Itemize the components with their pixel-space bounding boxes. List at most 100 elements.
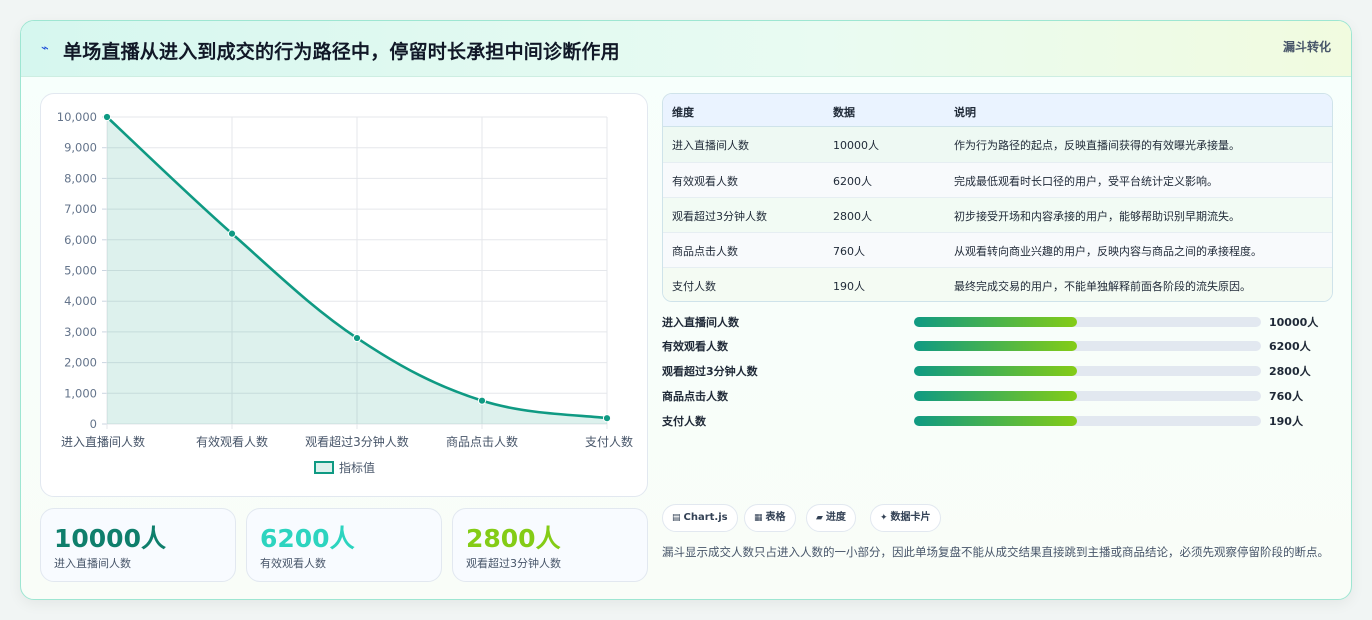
table-cell: 商品点击人数 [672, 245, 738, 258]
x-tick-label: 商品点击人数 [446, 434, 518, 449]
progress-track [914, 366, 1261, 376]
bolt-icon: ⌁ [41, 41, 49, 56]
card-icon: ✦ [880, 513, 888, 523]
progress-row: 商品点击人数 760人 [662, 388, 1332, 406]
kpi-card-3min: 2800人 观看超过3分钟人数 [452, 508, 648, 582]
progress-value: 10000人 [1269, 316, 1319, 329]
y-tick-label: 5,000 [64, 264, 97, 278]
chart-icon: ▤ [672, 513, 681, 523]
chip-progress[interactable]: ▰ 进度 [806, 504, 856, 532]
progress-row: 进入直播间人数 10000人 [662, 314, 1332, 332]
table-row: 支付人数 190人 最终完成交易的用户，不能单独解释前面各阶段的流失原因。 [663, 267, 1332, 301]
table-icon: ▦ [754, 513, 763, 523]
table-cell: 进入直播间人数 [672, 139, 749, 152]
kpi-label: 进入直播间人数 [54, 557, 131, 570]
progress-icon: ▰ [816, 513, 823, 523]
y-tick-label: 0 [90, 417, 97, 431]
table-cell: 作为行为路径的起点，反映直播间获得的有效曝光承接量。 [954, 139, 1240, 152]
progress-value: 190人 [1269, 415, 1303, 428]
table-cell: 完成最低观看时长口径的用户，受平台统计定义影响。 [954, 175, 1218, 188]
kpi-card-entry: 10000人 进入直播间人数 [40, 508, 236, 582]
kpi-value: 6200人 [260, 524, 355, 553]
progress-value: 6200人 [1269, 340, 1311, 353]
y-tick-label: 3,000 [64, 325, 97, 339]
x-tick-label: 观看超过3分钟人数 [305, 434, 409, 449]
progress-fill [914, 391, 1078, 401]
table-cell: 有效观看人数 [672, 175, 738, 188]
progress-track [914, 416, 1261, 426]
table-header-cell: 数据 [833, 106, 855, 119]
kpi-label: 观看超过3分钟人数 [466, 557, 561, 570]
progress-label: 进入直播间人数 [662, 316, 739, 329]
kpi-value: 2800人 [466, 524, 561, 553]
data-point [227, 229, 237, 238]
chip-datacard[interactable]: ✦ 数据卡片 [870, 504, 941, 532]
line-chart: 0 1,000 2,000 3,000 4,000 5,000 6,000 7,000 8,00… [40, 93, 648, 497]
summary-note: 漏斗显示成交人数只占进入人数的一小部分，因此单场复盘不能从成交结果直接跳到主播或… [662, 545, 1329, 559]
card-header: ⌁ 单场直播从进入到成交的行为路径中，停留时长承担中间诊断作用 漏斗转化 [21, 21, 1351, 77]
table-row: 观看超过3分钟人数 2800人 初步接受开场和内容承接的用户，能够帮助识别早期流… [663, 197, 1332, 232]
progress-fill [914, 366, 1078, 376]
table-header-cell: 说明 [954, 106, 976, 119]
table-cell: 2800人 [833, 210, 872, 223]
chip-label: 表格 [765, 512, 786, 523]
legend-swatch [314, 461, 334, 474]
chip-table[interactable]: ▦ 表格 [744, 504, 796, 532]
table-cell: 6200人 [833, 175, 872, 188]
table-cell: 初步接受开场和内容承接的用户，能够帮助识别早期流失。 [954, 210, 1240, 223]
table-row: 有效观看人数 6200人 完成最低观看时长口径的用户，受平台统计定义影响。 [663, 162, 1332, 197]
data-point [102, 112, 112, 122]
progress-fill [914, 341, 1078, 351]
progress-track [914, 317, 1261, 327]
progress-row: 支付人数 190人 [662, 413, 1332, 431]
y-tick-label: 10,000 [57, 110, 97, 124]
chip-chartjs[interactable]: ▤ Chart.js [662, 504, 738, 532]
table-cell: 最终完成交易的用户，不能单独解释前面各阶段的流失原因。 [954, 280, 1251, 293]
table-row: 进入直播间人数 10000人 作为行为路径的起点，反映直播间获得的有效曝光承接量… [663, 127, 1332, 162]
table-cell: 支付人数 [672, 280, 716, 293]
x-tick-label: 进入直播间人数 [61, 434, 145, 449]
kpi-label: 有效观看人数 [260, 557, 326, 570]
data-point [352, 333, 362, 343]
funnel-card: ⌁ 单场直播从进入到成交的行为路径中，停留时长承担中间诊断作用 漏斗转化 0 1,… [20, 20, 1352, 600]
progress-track [914, 341, 1261, 351]
table-cell: 10000人 [833, 139, 879, 152]
progress-track [914, 391, 1261, 401]
progress-row: 观看超过3分钟人数 2800人 [662, 363, 1332, 381]
category-tag: 漏斗转化 [1282, 40, 1331, 54]
table-cell: 从观看转向商业兴趣的用户，反映内容与商品之间的承接程度。 [954, 245, 1262, 258]
y-tick-label: 6,000 [64, 233, 97, 247]
table-cell: 760人 [833, 245, 865, 258]
progress-label: 商品点击人数 [662, 390, 728, 403]
y-tick-label: 9,000 [64, 141, 97, 155]
chip-label: Chart.js [683, 512, 728, 523]
table-header: 维度 数据 说明 [663, 94, 1332, 127]
progress-fill [914, 317, 1078, 327]
kpi-card-effective: 6200人 有效观看人数 [246, 508, 442, 582]
data-point [602, 414, 612, 423]
data-point [477, 396, 487, 405]
progress-value: 2800人 [1269, 365, 1311, 378]
table-row: 商品点击人数 760人 从观看转向商业兴趣的用户，反映内容与商品之间的承接程度。 [663, 232, 1332, 267]
y-tick-label: 8,000 [64, 171, 97, 185]
progress-label: 支付人数 [662, 415, 706, 428]
table-cell: 观看超过3分钟人数 [672, 210, 767, 223]
chip-label: 进度 [825, 512, 846, 523]
progress-fill [914, 416, 1078, 426]
progress-value: 760人 [1269, 390, 1303, 403]
legend-label: 指标值 [339, 460, 375, 475]
y-tick-label: 4,000 [64, 294, 97, 308]
x-tick-label: 有效观看人数 [196, 434, 268, 449]
y-tick-label: 2,000 [64, 356, 97, 370]
data-table: 维度 数据 说明 进入直播间人数 10000人 作为行为路径的起点，反映直播间获… [662, 93, 1333, 302]
chip-label: 数据卡片 [890, 512, 931, 523]
progress-label: 有效观看人数 [662, 340, 728, 353]
x-tick-label: 支付人数 [585, 434, 633, 449]
table-header-cell: 维度 [672, 106, 694, 119]
y-tick-label: 1,000 [64, 386, 97, 400]
kpi-value: 10000人 [54, 524, 166, 553]
progress-row: 有效观看人数 6200人 [662, 338, 1332, 356]
y-tick-label: 7,000 [64, 202, 97, 216]
line-chart-svg: 0 1,000 2,000 3,000 4,000 5,000 6,000 7,000 8,00… [57, 110, 633, 475]
card-title: 单场直播从进入到成交的行为路径中，停留时长承担中间诊断作用 [63, 41, 620, 63]
